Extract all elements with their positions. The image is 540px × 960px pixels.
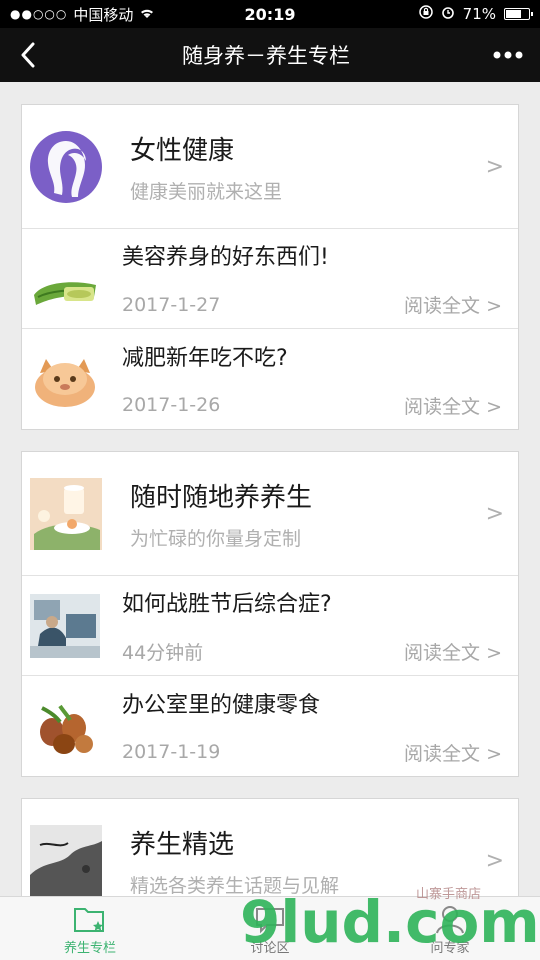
section-card-womens-health: 女性健康 健康美丽就来这里 > 美容养身的好东西们! 2017-1-27 阅读全… (21, 104, 519, 430)
article-title: 减肥新年吃不吃? (122, 345, 288, 371)
read-more-link[interactable]: 阅读全文 > (404, 638, 502, 665)
read-more-link[interactable]: 阅读全文 > (404, 291, 502, 318)
tab-wellness-column[interactable]: 养生专栏 (0, 897, 180, 960)
section-header[interactable]: 女性健康 健康美丽就来这里 > (22, 105, 518, 229)
section-card-selected: 养生精选 精选各类养生话题与见解 > (21, 798, 519, 896)
wifi-icon (139, 5, 155, 23)
section-title: 养生精选 (130, 829, 235, 860)
section-title: 女性健康 (130, 135, 235, 166)
section-header[interactable]: 随时随地养养生 为忙碌的你量身定制 > (22, 452, 518, 576)
hazelnut-thumbnail (30, 694, 100, 758)
signal-icon: ●●○○○ (10, 7, 68, 21)
back-button[interactable] (0, 28, 56, 82)
more-button[interactable] (476, 28, 540, 82)
tab-label: 问专家 (430, 941, 470, 956)
status-bar: ●●○○○ 中国移动 20:19 71% (0, 0, 540, 28)
woman-profile-icon (30, 130, 102, 203)
page-title: 随身养－养生专栏 (182, 44, 350, 68)
section-subtitle: 健康美丽就来这里 (130, 180, 283, 203)
chat-icon (256, 908, 284, 934)
expert-person-icon (436, 906, 464, 934)
section-header[interactable]: 养生精选 精选各类养生话题与见解 > (22, 799, 518, 896)
article-item[interactable]: 美容养身的好东西们! 2017-1-27 阅读全文 > (22, 229, 518, 329)
tab-discussion[interactable]: 讨论区 (180, 897, 360, 960)
read-more-link[interactable]: 阅读全文 > (404, 739, 502, 766)
section-title: 随时随地养养生 (130, 482, 313, 513)
tab-label: 养生专栏 (63, 941, 116, 956)
office-thumbnail (30, 593, 100, 658)
section-subtitle: 精选各类养生话题与见解 (130, 874, 340, 897)
tab-bar: 养生专栏 讨论区 问专家 (0, 896, 540, 960)
article-date: 2017-1-26 (122, 394, 221, 416)
article-item[interactable]: 减肥新年吃不吃? 2017-1-26 阅读全文 > (22, 329, 518, 429)
article-item[interactable]: 如何战胜节后综合症? 44分钟前 阅读全文 > (22, 576, 518, 676)
spa-thumbnail (30, 477, 102, 550)
cat-thumbnail (30, 347, 100, 411)
article-title: 如何战胜节后综合症? (122, 592, 332, 617)
ink-painting-thumbnail (30, 824, 102, 896)
nav-bar: 随身养－养生专栏 (0, 28, 540, 82)
article-item[interactable]: 办公室里的健康零食 2017-1-19 阅读全文 > (22, 676, 518, 776)
battery-icon (504, 8, 533, 20)
article-title: 办公室里的健康零食 (122, 692, 321, 718)
alarm-icon (441, 5, 455, 23)
article-date: 44分钟前 (122, 642, 204, 664)
chevron-right-icon: > (485, 848, 504, 873)
folder-star-icon (74, 908, 104, 932)
article-date: 2017-1-19 (122, 741, 221, 763)
chevron-right-icon: > (485, 154, 504, 179)
chevron-left-icon (21, 42, 35, 68)
orientation-lock-icon (418, 5, 433, 23)
section-subtitle: 为忙碌的你量身定制 (130, 527, 302, 550)
content-scroll[interactable]: 女性健康 健康美丽就来这里 > 美容养身的好东西们! 2017-1-27 阅读全… (0, 82, 540, 896)
chevron-right-icon: > (485, 501, 504, 526)
article-title: 美容养身的好东西们! (122, 245, 329, 270)
read-more-link[interactable]: 阅读全文 > (404, 392, 502, 419)
tab-label: 讨论区 (250, 941, 290, 956)
carrier-label: 中国移动 (73, 5, 134, 24)
more-dots-icon (493, 51, 523, 59)
tab-ask-expert[interactable]: 问专家 (360, 897, 540, 960)
article-date: 2017-1-27 (122, 293, 221, 316)
battery-percent: 71% (462, 5, 496, 23)
section-card-anytime-wellness: 随时随地养养生 为忙碌的你量身定制 > 如何战胜节后综合症? 44分钟前 阅读全… (21, 451, 519, 777)
bitter-melon-thumbnail (30, 246, 100, 311)
